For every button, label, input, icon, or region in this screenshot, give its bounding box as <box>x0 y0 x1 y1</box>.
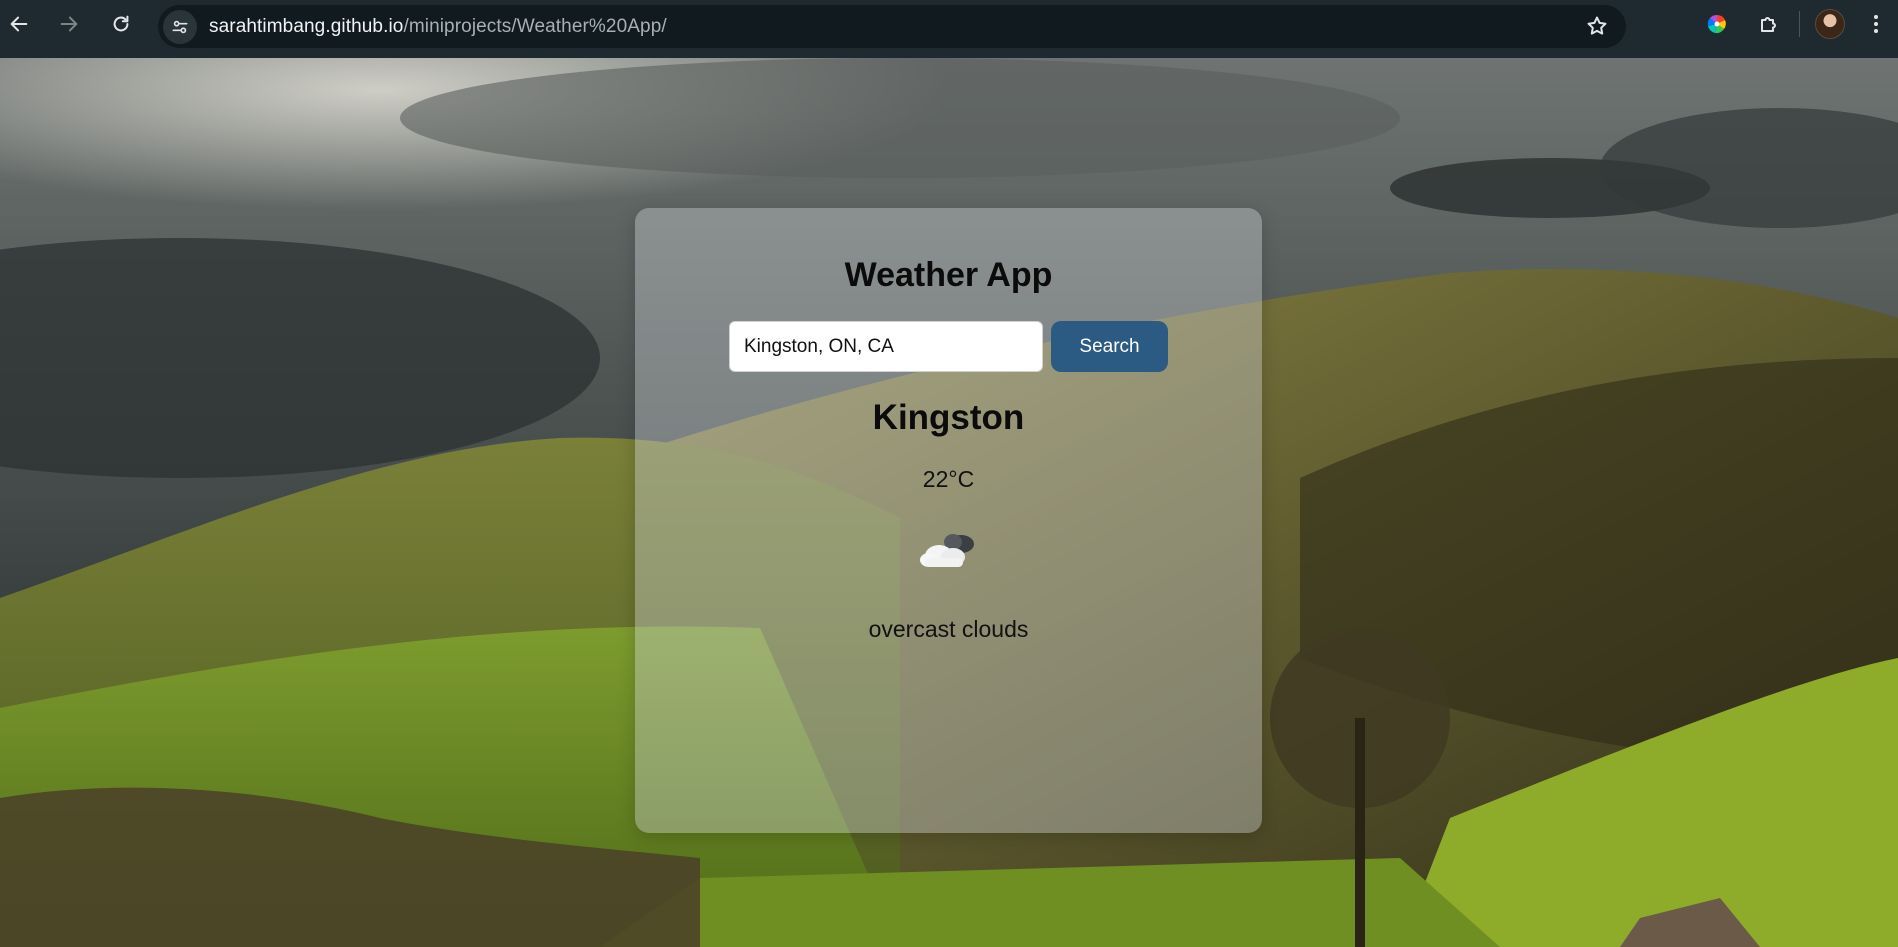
extensions-button[interactable] <box>1749 4 1789 44</box>
menu-button[interactable] <box>1856 4 1896 44</box>
profile-button[interactable] <box>1810 4 1850 44</box>
temperature: 22°C <box>922 466 975 492</box>
arrow-left-icon <box>10 16 28 32</box>
overcast-clouds-icon <box>920 534 974 567</box>
url-host: sarahtimbang.github.io <box>209 15 404 37</box>
forward-button[interactable] <box>52 7 86 41</box>
page-viewport: Weather App Search Kingston 22°C overcas… <box>0 58 1898 947</box>
site-info-button[interactable] <box>163 9 197 44</box>
color-extension-button[interactable] <box>1697 4 1737 44</box>
url-text[interactable]: sarahtimbang.github.io/miniprojects/Weat… <box>209 16 667 38</box>
browser-toolbar: sarahtimbang.github.io/miniprojects/Weat… <box>0 0 1898 58</box>
weather-card: Weather App Search Kingston 22°C overcas… <box>635 208 1262 833</box>
color-wheel-icon <box>1707 14 1726 34</box>
star-icon <box>1587 16 1607 35</box>
back-button[interactable] <box>2 7 36 41</box>
toolbar-separator <box>1799 11 1800 37</box>
tune-icon <box>172 20 188 33</box>
city-name: Kingston <box>872 398 1025 437</box>
city-search-input[interactable] <box>729 321 1043 372</box>
address-bar[interactable]: sarahtimbang.github.io/miniprojects/Weat… <box>158 5 1626 48</box>
reload-button[interactable] <box>104 7 138 41</box>
avatar <box>1815 9 1845 39</box>
url-path: /miniprojects/Weather%20App/ <box>403 15 667 37</box>
weather-description: overcast clouds <box>868 616 1029 642</box>
app-title: Weather App <box>844 256 1053 294</box>
toolbar-actions <box>1697 0 1898 48</box>
puzzle-icon <box>1761 17 1776 32</box>
search-button[interactable]: Search <box>1051 321 1168 372</box>
arrow-right-icon <box>60 16 78 32</box>
kebab-menu-icon <box>1874 15 1878 33</box>
bookmark-button[interactable] <box>1580 9 1614 43</box>
search-form: Search <box>729 321 1168 372</box>
reload-icon <box>113 15 129 32</box>
